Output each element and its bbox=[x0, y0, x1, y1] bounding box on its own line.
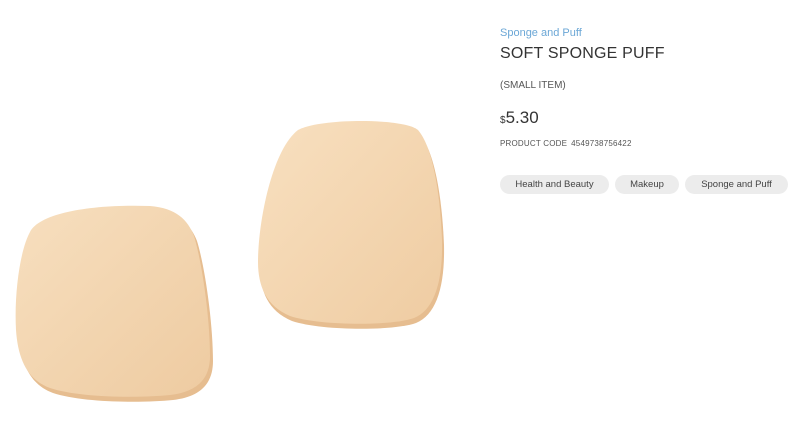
product-code-label: PRODUCT CODE bbox=[500, 139, 568, 148]
sponge-left bbox=[15, 205, 214, 402]
product-code-value: 4549738756422 bbox=[571, 139, 632, 148]
price-amount: 5.30 bbox=[505, 108, 539, 127]
tag-list: Health and Beauty Makeup Sponge and Puff bbox=[500, 175, 788, 194]
tag-makeup[interactable]: Makeup bbox=[615, 175, 679, 194]
sponge-right bbox=[258, 121, 445, 329]
category-link[interactable]: Sponge and Puff bbox=[500, 27, 582, 39]
product-page: Sponge and Puff SOFT SPONGE PUFF (SMALL … bbox=[0, 0, 800, 429]
product-price: $5.30 bbox=[500, 108, 539, 128]
product-code: PRODUCT CODE 4549738756422 bbox=[500, 139, 632, 148]
product-image bbox=[15, 121, 445, 402]
size-note: (SMALL ITEM) bbox=[500, 80, 566, 91]
tag-health-and-beauty[interactable]: Health and Beauty bbox=[500, 175, 609, 194]
tag-sponge-and-puff[interactable]: Sponge and Puff bbox=[685, 175, 788, 194]
product-title: SOFT SPONGE PUFF bbox=[500, 45, 665, 62]
